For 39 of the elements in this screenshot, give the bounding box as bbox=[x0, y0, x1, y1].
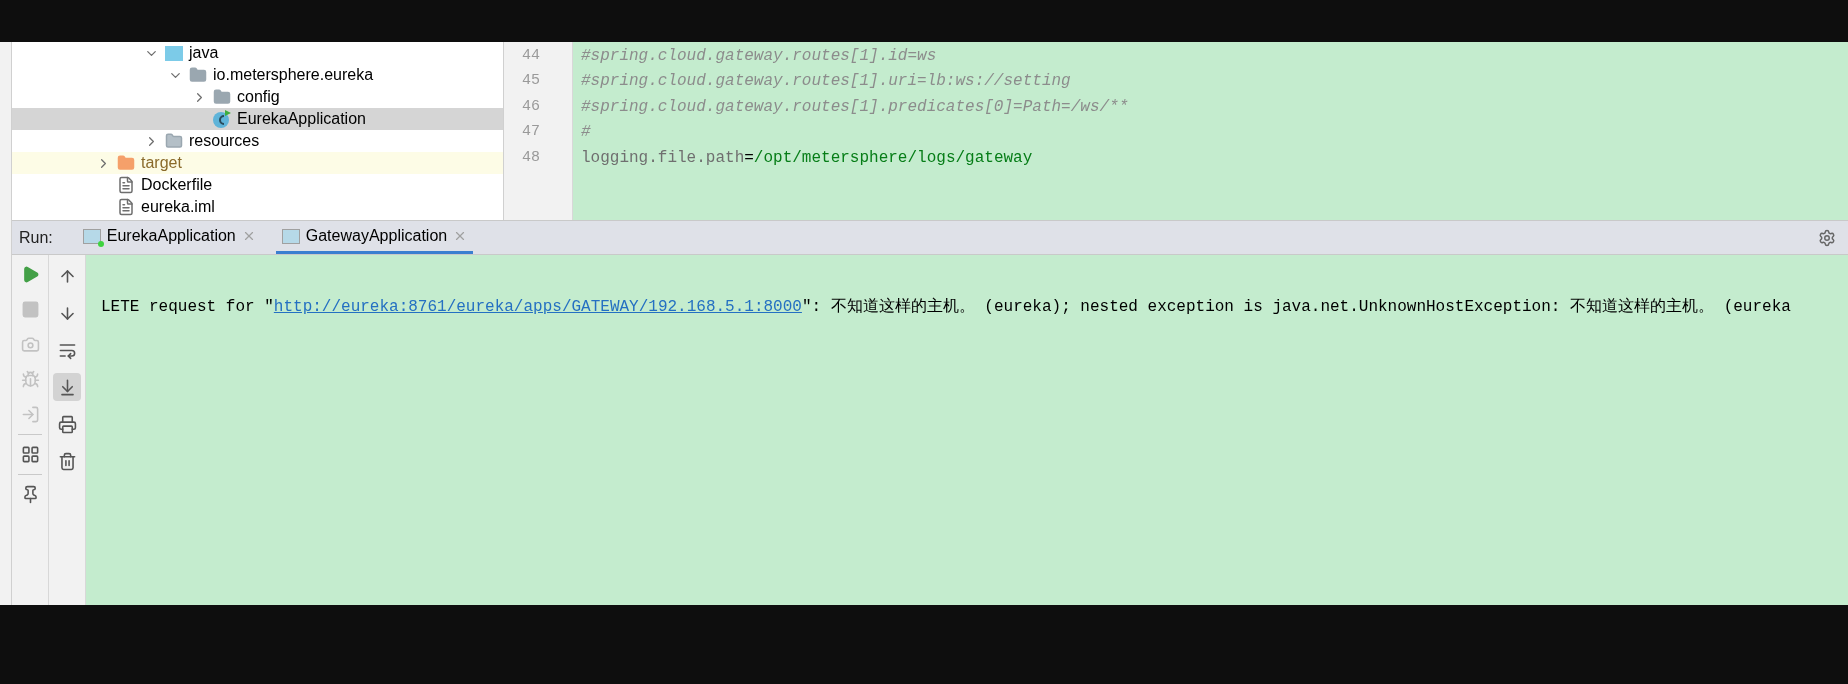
line-number: 44 bbox=[522, 45, 540, 66]
tree-label: Dockerfile bbox=[141, 175, 213, 195]
tree-label: java bbox=[189, 43, 219, 63]
application-icon bbox=[281, 228, 300, 244]
class-icon bbox=[212, 109, 232, 129]
run-label: Run: bbox=[19, 227, 53, 248]
line-number: 46 bbox=[522, 96, 540, 117]
scroll-end-icon[interactable] bbox=[53, 373, 81, 401]
settings-icon[interactable] bbox=[1818, 228, 1836, 247]
tree-label: EurekaApplication bbox=[237, 109, 366, 129]
tree-row[interactable]: EurekaApplication bbox=[12, 108, 503, 130]
line-number: 48 bbox=[522, 147, 540, 168]
line-number: 47 bbox=[522, 122, 540, 142]
property-key: logging.file.path bbox=[581, 145, 745, 170]
tree-label: resources bbox=[189, 131, 260, 151]
folder-icon bbox=[165, 45, 183, 61]
run-tab[interactable]: EurekaApplication bbox=[76, 221, 262, 254]
folder-icon bbox=[213, 88, 231, 106]
console-line: LETE request for "http://eureka:8761/eureka/apps/GATEWAY/192.168.5.1:8000": 不知道这样的主机。 (eureka); nested exception is java.net.UnknownHostException: 不知道这样的主机。 (eureka bbox=[101, 296, 1792, 318]
tree-label: target bbox=[141, 153, 182, 173]
property-separator: = bbox=[744, 147, 754, 169]
application-icon bbox=[82, 228, 101, 244]
code-comment: #spring.cloud.gateway.routes[1].uri=lb:ws://setting bbox=[581, 71, 1071, 93]
tree-label: config bbox=[237, 87, 280, 107]
tree-label: eureka.iml bbox=[141, 197, 215, 217]
file-icon bbox=[117, 198, 135, 216]
folder-icon bbox=[189, 66, 207, 84]
folder-icon bbox=[165, 132, 183, 150]
tree-row[interactable]: target bbox=[12, 152, 503, 174]
code-comment: #spring.cloud.gateway.routes[1].predicates[0]=Path=/ws/** bbox=[581, 96, 1129, 118]
console-link[interactable]: http://eureka:8761/eureka/apps/GATEWAY/192.168.5.1:8000 bbox=[273, 298, 802, 316]
tree-label: io.metersphere.eureka bbox=[213, 65, 374, 85]
line-number: 45 bbox=[522, 71, 540, 91]
code-comment: # bbox=[581, 122, 591, 144]
code-comment: #spring.cloud.gateway.routes[1].id=ws bbox=[581, 45, 937, 67]
file-icon bbox=[117, 176, 135, 194]
property-value: /opt/metersphere/logs/gateway bbox=[753, 147, 1033, 169]
layout-icon[interactable] bbox=[20, 445, 40, 464]
folder-icon bbox=[117, 154, 135, 172]
